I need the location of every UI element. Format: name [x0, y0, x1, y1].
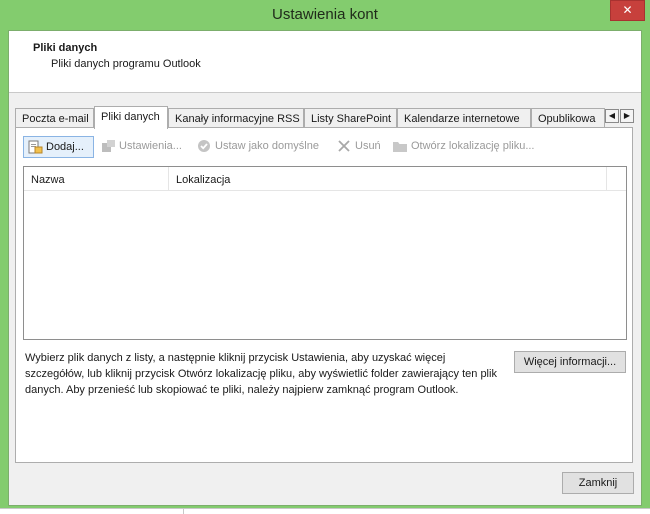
set-default-button[interactable]: Ustaw jako domyślne — [193, 136, 327, 158]
remove-button-label: Usuń — [355, 140, 381, 152]
close-button[interactable]: Zamknij — [562, 472, 634, 494]
window-close-button[interactable]: ✕ — [610, 0, 645, 21]
background-divider — [183, 509, 184, 514]
tab-internet-calendars[interactable]: Kalendarze internetowe — [397, 108, 531, 128]
tab-scroll-left-button[interactable]: ◀ — [605, 109, 619, 123]
dialog-window: Ustawienia kont ✕ Pliki danych Pliki dan… — [0, 0, 650, 514]
tab-email[interactable]: Poczta e-mail — [15, 108, 94, 128]
settings-icon — [102, 140, 115, 152]
add-button[interactable]: Dodaj... — [23, 136, 94, 158]
data-files-list[interactable]: Nazwa Lokalizacja — [23, 166, 627, 340]
tab-rss-feeds[interactable]: Kanały informacyjne RSS — [168, 108, 304, 128]
data-files-panel: Dodaj... Ustawienia... Ustaw jako domyśl… — [15, 127, 633, 463]
toolbar: Dodaj... Ustawienia... Ustaw jako domyśl… — [23, 136, 623, 158]
set-default-button-label: Ustaw jako domyślne — [215, 140, 319, 152]
x-icon — [338, 140, 350, 152]
tab-strip: Poczta e-mail Pliki danych Kanały inform… — [15, 106, 634, 129]
header-subtitle: Pliki danych programu Outlook — [51, 58, 201, 70]
checkmark-circle-icon — [198, 140, 210, 152]
header-panel: Pliki danych Pliki danych programu Outlo… — [9, 31, 641, 93]
remove-button[interactable]: Usuń — [333, 136, 385, 158]
open-location-button-label: Otwórz lokalizację pliku... — [411, 140, 535, 152]
more-info-button[interactable]: Więcej informacji... — [514, 351, 626, 373]
settings-button[interactable]: Ustawienia... — [97, 136, 189, 158]
tab-scroll-right-button[interactable]: ▶ — [620, 109, 634, 123]
description-text: Wybierz plik danych z listy, a następnie… — [25, 352, 497, 396]
title-bar[interactable]: Ustawienia kont ✕ — [0, 0, 650, 30]
dialog-client-area: Pliki danych Pliki danych programu Outlo… — [8, 30, 642, 506]
tab-data-files[interactable]: Pliki danych — [94, 106, 168, 129]
header-title: Pliki danych — [33, 42, 98, 54]
add-data-file-icon — [28, 140, 43, 154]
add-button-label: Dodaj... — [46, 141, 84, 153]
column-header-name[interactable]: Nazwa — [24, 167, 169, 191]
tab-published-calendars[interactable]: Opublikowa — [531, 108, 605, 128]
background-window-strip — [0, 508, 650, 514]
list-header: Nazwa Lokalizacja — [24, 167, 626, 191]
window-title: Ustawienia kont — [272, 6, 378, 23]
settings-button-label: Ustawienia... — [119, 140, 182, 152]
folder-icon — [393, 142, 407, 152]
tab-sharepoint-lists[interactable]: Listy SharePoint — [304, 108, 397, 128]
column-header-location[interactable]: Lokalizacja — [169, 167, 607, 191]
open-location-button[interactable]: Otwórz lokalizację pliku... — [389, 136, 551, 158]
